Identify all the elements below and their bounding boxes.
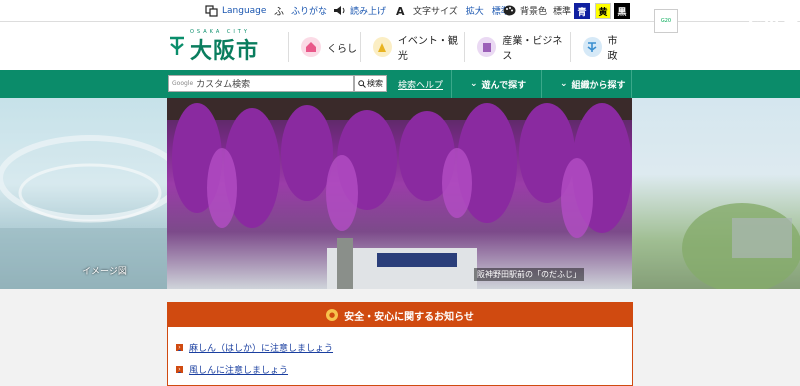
hero-prev-slide[interactable]	[0, 98, 183, 289]
tab-browse[interactable]: ⌄ 遊んで探す	[451, 70, 541, 98]
notice-link-label: 麻しん（はしか）に注意しましょう	[189, 344, 334, 354]
svg-text:ふ: ふ	[274, 6, 284, 17]
arrow-right-icon: ›	[176, 344, 183, 351]
language-icon	[205, 4, 218, 17]
speaker-icon	[333, 4, 346, 17]
read-aloud-label: 読み上げ	[350, 7, 387, 17]
logo-english: OSAKA CITY	[190, 29, 250, 35]
nav-label: イベント・観光	[397, 36, 458, 62]
palette-icon	[503, 4, 516, 17]
safety-notice-box: ● 安全・安心に関するお知らせ › 麻しん（はしか）に注意しましょう › 風しん…	[167, 302, 633, 386]
google-label: Google	[172, 80, 194, 87]
read-aloud-link[interactable]: 読み上げ	[333, 4, 386, 17]
search-button-label: 検索	[367, 79, 383, 88]
g20-image	[682, 203, 800, 289]
bg-blue-button[interactable]: 青	[574, 3, 590, 19]
hero-carousel: イメージ図	[0, 98, 800, 289]
chevron-down-icon: ⌄	[560, 79, 568, 89]
search-input[interactable]: Google カスタム検索	[168, 75, 354, 92]
bg-color-label: 背景色	[520, 7, 548, 17]
text-size-enlarge-link[interactable]: 拡大	[466, 4, 484, 17]
text-size-icon: A	[396, 4, 409, 18]
nav-label: くらし	[327, 43, 357, 55]
logo-japanese: 大阪市	[190, 39, 260, 64]
furigana-link[interactable]: ふ ふりがな	[274, 4, 328, 18]
house-icon	[301, 37, 321, 57]
notice-link[interactable]: › 風しんに注意しましょう	[176, 363, 288, 376]
nav-kurashi[interactable]: くらし	[288, 32, 360, 62]
hero-next-slide[interactable]	[632, 98, 800, 289]
text-size-control: A 文字サイズ 拡大 標準	[396, 4, 510, 18]
notice-link[interactable]: › 麻しん（はしか）に注意しましょう	[176, 341, 333, 354]
notice-title: 安全・安心に関するお知らせ	[344, 311, 474, 323]
notice-icon: ●	[326, 309, 339, 321]
site-logo[interactable]: OSAKA CITY 大阪市	[168, 28, 259, 64]
site-header: OSAKA CITY 大阪市 くらし イベント・観光 産業・ビジネス 市政	[0, 22, 800, 70]
search-button[interactable]: 検索	[354, 75, 387, 92]
search-placeholder: カスタム検索	[196, 80, 251, 90]
tab-organization-label: 組織から探す	[571, 80, 626, 91]
utility-bar: Language ふ ふりがな 読み上げ A 文字サイズ 拡大 標準 背景色 標…	[0, 0, 800, 22]
osaka-city-mark-icon	[170, 36, 184, 55]
bg-black-button[interactable]: 黒	[614, 3, 630, 19]
nav-shisei[interactable]: 市政	[570, 32, 626, 62]
furigana-icon: ふ	[274, 4, 287, 18]
chevron-down-icon: ⌄	[470, 79, 478, 89]
search-bar: Google カスタム検索 検索 検索ヘルプ ⌄ 遊んで探す ⌄ 組織から探す	[0, 70, 800, 98]
global-nav: くらし イベント・観光 産業・ビジネス 市政	[288, 32, 626, 62]
bg-color-control: 背景色 標準	[503, 4, 571, 17]
language-label: Language	[222, 5, 267, 16]
bg-standard-link[interactable]: 標準	[553, 4, 571, 17]
wisteria-image	[167, 98, 632, 289]
text-size-label: 文字サイズ	[413, 7, 458, 17]
g20-logo: G20	[654, 9, 678, 33]
event-icon	[373, 37, 392, 57]
nav-label: 産業・ビジネス	[502, 36, 563, 62]
notice-link-label: 風しんに注意しましょう	[189, 366, 289, 376]
search-help-link[interactable]: 検索ヘルプ	[398, 78, 443, 91]
tab-browse-label: 遊んで探す	[481, 80, 527, 91]
nav-business[interactable]: 産業・ビジネス	[464, 32, 570, 62]
hero-left-caption: イメージ図	[82, 267, 127, 277]
nav-label: 市政	[607, 36, 618, 62]
furigana-label: ふりがな	[291, 7, 328, 17]
stadium-image	[0, 135, 183, 289]
arrow-right-icon: ›	[176, 366, 183, 373]
bg-yellow-button[interactable]: 黄	[595, 3, 611, 19]
search-icon	[358, 79, 366, 88]
tab-organization[interactable]: ⌄ 組織から探す	[541, 70, 632, 98]
notice-header: ● 安全・安心に関するお知らせ	[168, 303, 632, 327]
hero-main-slide[interactable]	[167, 98, 632, 289]
nav-event[interactable]: イベント・観光	[360, 32, 464, 62]
building-icon	[477, 37, 497, 57]
hero-main-caption: 阪神野田駅前の「のだふじ」	[474, 268, 584, 281]
city-mark-icon	[583, 37, 602, 57]
svg-text:A: A	[396, 5, 405, 17]
language-link[interactable]: Language	[205, 4, 266, 17]
g20-text: G20 大	[748, 17, 798, 33]
